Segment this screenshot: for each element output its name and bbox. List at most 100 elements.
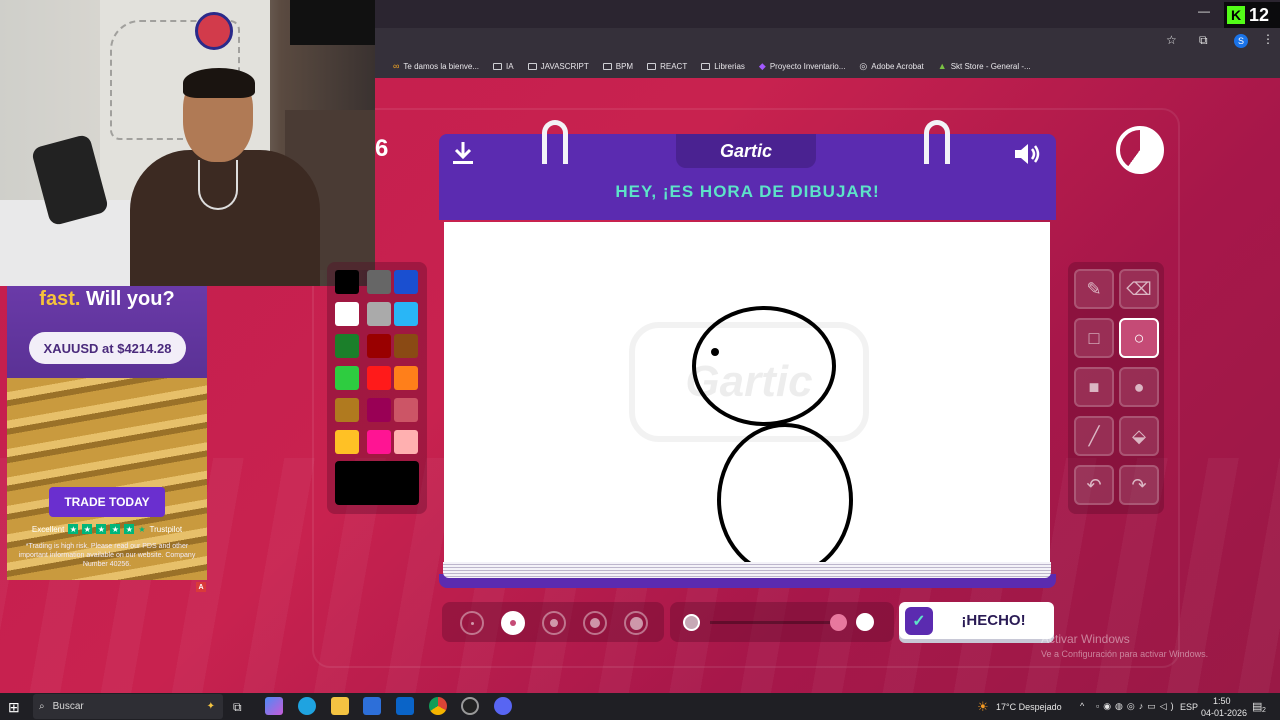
- opacity-max-icon: [856, 613, 874, 631]
- bookmark-folder[interactable]: BPM: [602, 62, 633, 71]
- brush-size-1[interactable]: [460, 611, 484, 635]
- language-indicator[interactable]: ESP: [1180, 702, 1198, 712]
- minimize-icon[interactable]: —: [1198, 4, 1210, 18]
- brush-size-2[interactable]: [501, 611, 525, 635]
- rect-outline-icon[interactable]: □: [1074, 318, 1114, 358]
- profile-avatar[interactable]: S: [1234, 34, 1248, 48]
- color-swatch[interactable]: [394, 398, 418, 422]
- notebook-ring: [924, 120, 950, 164]
- color-swatch[interactable]: [335, 302, 359, 326]
- done-label: ¡HECHO!: [961, 612, 1026, 629]
- bookmark-folder[interactable]: REACT: [647, 62, 687, 71]
- color-swatch[interactable]: [335, 334, 359, 358]
- timer-icon: [1116, 126, 1164, 174]
- advertisement[interactable]: fast. Will you? XAUUSD at $4214.28 TRADE…: [7, 286, 207, 580]
- windows-taskbar: ⊞ ⌕ Buscar ✦ ⧉ ☀ 17°C Despejado ^ ▫◉◍◎♪▭…: [0, 693, 1280, 720]
- bookmark-item[interactable]: ◆ Proyecto Inventario...: [759, 61, 846, 72]
- rating-label: Excellent: [31, 524, 65, 534]
- store-icon[interactable]: [363, 697, 381, 715]
- color-swatch[interactable]: [367, 302, 391, 326]
- viewer-count: 12: [1249, 4, 1270, 25]
- task-view-icon[interactable]: ⧉: [233, 700, 242, 715]
- edge-icon[interactable]: [298, 697, 316, 715]
- bucket-icon[interactable]: ⬙: [1119, 416, 1159, 456]
- line-icon[interactable]: ╱: [1074, 416, 1114, 456]
- color-swatch[interactable]: [367, 398, 391, 422]
- tray-chevron-icon[interactable]: ^: [1080, 701, 1084, 711]
- brush-size-3[interactable]: [542, 611, 566, 635]
- webcam-chain: [198, 160, 238, 210]
- pencil-icon[interactable]: ✎: [1074, 269, 1114, 309]
- file-explorer-icon[interactable]: [331, 697, 349, 715]
- menu-kebab-icon[interactable]: ⋮: [1262, 32, 1274, 46]
- trustpilot-star-icon: ★: [138, 524, 146, 534]
- bookmark-item[interactable]: ∞ Te damos la bienve...: [393, 61, 479, 71]
- ellipse-outline-icon[interactable]: ○: [1119, 318, 1159, 358]
- bookmark-item[interactable]: ◎ Adobe Acrobat: [859, 61, 923, 72]
- discord-icon[interactable]: [494, 697, 512, 715]
- brush-dot: [550, 619, 558, 627]
- color-swatch[interactable]: [394, 270, 418, 294]
- color-swatch[interactable]: [367, 430, 391, 454]
- obs-icon[interactable]: [461, 697, 479, 715]
- done-button[interactable]: ✓ ¡HECHO!: [899, 602, 1054, 639]
- color-swatch[interactable]: [335, 398, 359, 422]
- bookmark-folder[interactable]: Librerias: [701, 62, 745, 71]
- extensions-icon[interactable]: ⧉: [1199, 33, 1208, 48]
- taskbar-search[interactable]: ⌕ Buscar ✦: [33, 694, 223, 719]
- outlook-icon[interactable]: [396, 697, 414, 715]
- clock-time[interactable]: 1:50: [1213, 696, 1231, 706]
- notification-icon[interactable]: ▤: [1252, 700, 1262, 713]
- color-swatch[interactable]: [367, 270, 391, 294]
- rect-fill-icon[interactable]: ■: [1074, 367, 1114, 407]
- weather-text[interactable]: 17°C Despejado: [996, 702, 1062, 712]
- color-swatch[interactable]: [367, 366, 391, 390]
- folder-icon: [493, 62, 503, 70]
- color-swatch[interactable]: [394, 366, 418, 390]
- opacity-slider-track[interactable]: [710, 621, 840, 624]
- bookmark-item[interactable]: ▲ Skt Store - General -...: [938, 61, 1031, 71]
- color-swatch[interactable]: [335, 366, 359, 390]
- brush-size-5[interactable]: [624, 611, 648, 635]
- drawing-canvas[interactable]: Gartic: [444, 222, 1050, 562]
- copilot-icon[interactable]: [265, 697, 283, 715]
- color-swatch[interactable]: [394, 302, 418, 326]
- eraser-icon[interactable]: ⌫: [1119, 269, 1159, 309]
- notification-count: 2: [1262, 707, 1266, 714]
- bookmarks-bar: ∞ Te damos la bienve... IA JAVASCRIPT BPM…: [375, 54, 1280, 78]
- drawn-ellipse-bottom: [717, 423, 853, 562]
- tray-icons[interactable]: ▫◉◍◎♪▭◁): [1096, 701, 1178, 712]
- undo-icon[interactable]: ↶: [1074, 465, 1114, 505]
- brush-size-4[interactable]: [583, 611, 607, 635]
- cursor-icon: [711, 348, 719, 356]
- star-icon[interactable]: ☆: [1166, 33, 1177, 47]
- star-icon: ★: [96, 524, 107, 534]
- opacity-slider-handle[interactable]: [830, 614, 847, 631]
- clock-date[interactable]: 04-01-2026: [1201, 708, 1247, 718]
- color-swatch[interactable]: [335, 270, 359, 294]
- trade-today-button[interactable]: TRADE TODAY: [49, 487, 165, 517]
- color-swatch[interactable]: [394, 430, 418, 454]
- ad-price-pill[interactable]: XAUUSD at $4214.28: [29, 332, 186, 364]
- drawn-ellipse-top: [692, 306, 836, 426]
- adchoices-icon[interactable]: A: [196, 582, 206, 592]
- brush-size-panel: [442, 602, 664, 642]
- windows-start-icon[interactable]: ⊞: [8, 699, 20, 716]
- color-swatch[interactable]: [335, 430, 359, 454]
- color-swatch[interactable]: [394, 334, 418, 358]
- chrome-icon[interactable]: [429, 697, 447, 715]
- ad-headline-a: fast.: [39, 288, 81, 310]
- sound-icon[interactable]: [1013, 142, 1043, 172]
- bookmark-folder[interactable]: IA: [493, 62, 514, 71]
- download-icon[interactable]: [451, 140, 475, 172]
- redo-icon[interactable]: ↷: [1119, 465, 1159, 505]
- bookmark-label: REACT: [660, 61, 688, 71]
- brush-dot: [590, 618, 600, 628]
- ellipse-fill-icon[interactable]: ●: [1119, 367, 1159, 407]
- bookmark-folder[interactable]: JAVASCRIPT: [527, 62, 589, 71]
- brush-dot: [629, 616, 643, 630]
- bookmark-label: Adobe Acrobat: [871, 61, 924, 71]
- color-swatch[interactable]: [367, 334, 391, 358]
- folder-icon: [647, 62, 657, 70]
- brush-dot: [510, 620, 516, 626]
